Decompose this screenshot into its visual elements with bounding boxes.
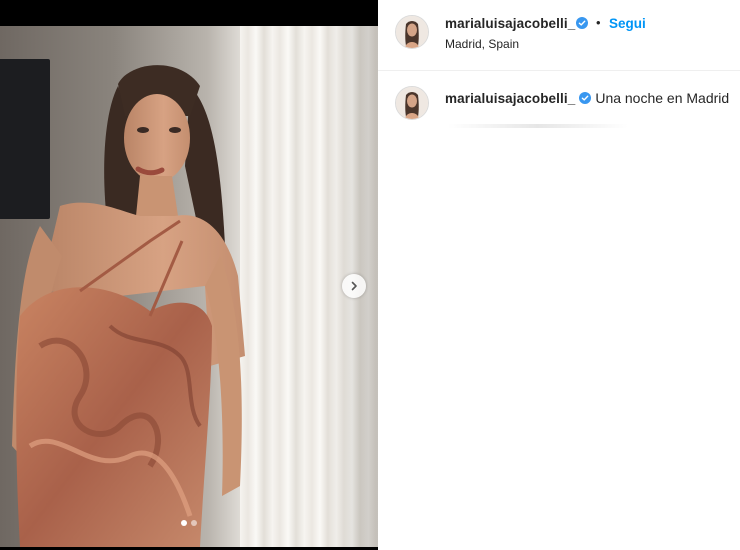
caption-avatar[interactable] [395, 86, 429, 120]
caption-overflow-fade [448, 124, 628, 128]
caption-username-link[interactable]: marialuisajacobelli_ [445, 91, 575, 106]
avatar-image [396, 16, 428, 48]
username-link[interactable]: marialuisajacobelli_ [445, 16, 575, 31]
chevron-right-icon [351, 281, 357, 291]
avatar[interactable] [395, 15, 429, 49]
location-link[interactable]: Madrid, Spain [445, 37, 519, 51]
post-side-panel: marialuisajacobelli_ • Segui Madrid, Spa… [378, 0, 740, 550]
post-media [0, 0, 378, 550]
model-figure [12, 65, 245, 547]
follow-button[interactable]: Segui [609, 16, 646, 31]
caption-text: Una noche en Madrid [595, 90, 730, 106]
post-header: marialuisajacobelli_ • Segui Madrid, Spa… [378, 0, 740, 71]
post-caption: marialuisajacobelli_ Una noche en Madrid [378, 71, 740, 151]
carousel-next-button[interactable] [342, 274, 366, 298]
avatar-image [396, 87, 428, 119]
separator-dot: • [596, 15, 601, 30]
verified-badge-icon [576, 17, 588, 29]
carousel-dot [191, 520, 197, 526]
carousel-indicator [0, 520, 378, 526]
caption-line: marialuisajacobelli_ Una noche en Madrid [445, 90, 729, 106]
verified-badge-icon [579, 92, 592, 104]
post-photo [0, 26, 378, 547]
carousel-dot-active [181, 520, 187, 526]
